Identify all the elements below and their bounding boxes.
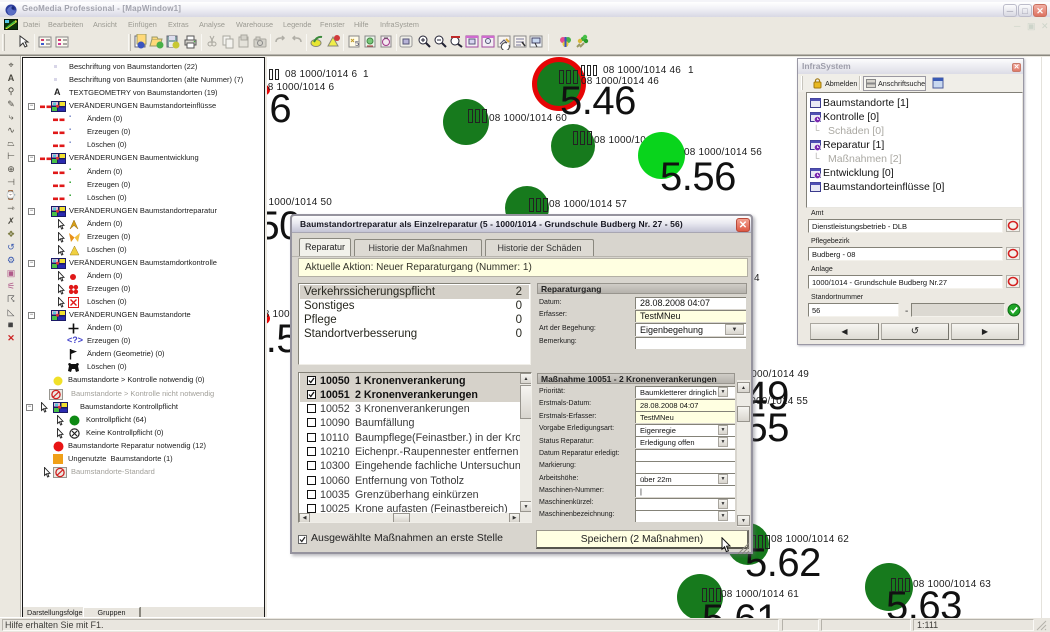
svg-text:5: 5 xyxy=(355,41,359,48)
